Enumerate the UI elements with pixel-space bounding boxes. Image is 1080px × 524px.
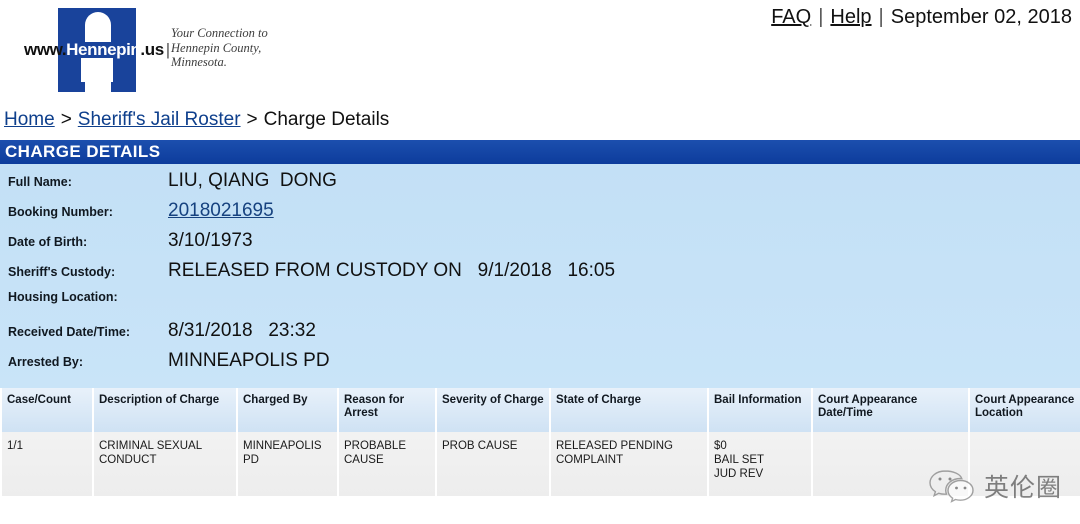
info-label: Full Name:: [8, 175, 72, 189]
logo-tagline-line-2: Hennepin County,: [171, 40, 262, 55]
header-separator-1: |: [818, 6, 824, 28]
info-label: Sheriff's Custody:: [8, 265, 116, 279]
info-row: Full Name: LIU, QIANG DONG: [0, 170, 1080, 200]
header-date: September 02, 2018: [890, 6, 1072, 28]
info-value: 2018021695: [168, 200, 274, 222]
charge-table-column-header: State of Charge: [551, 388, 707, 432]
info-row: Arrested By: MINNEAPOLIS PD: [0, 350, 1080, 380]
breadcrumb-roster-link[interactable]: Sheriff's Jail Roster: [78, 109, 241, 130]
info-label: Arrested By:: [8, 355, 84, 369]
cell-line: PROB CAUSE: [442, 440, 518, 452]
logo-divider: |: [165, 40, 170, 59]
charge-table-column-header: Reason for Arrest: [339, 388, 435, 432]
info-row: Received Date/Time: 8/31/2018 23:32: [0, 320, 1080, 350]
cell-line: BAIL SET: [714, 454, 765, 466]
booking-number-link[interactable]: 2018021695: [168, 200, 274, 221]
charge-cell-court-location: [970, 432, 1080, 496]
logo-url-suffix: .us: [140, 40, 164, 59]
info-label: Housing Location:: [8, 290, 118, 304]
info-label: Booking Number:: [8, 205, 113, 219]
cell-line: COMPLAINT: [556, 454, 624, 466]
charge-cell-state: RELEASED PENDING COMPLAINT: [551, 432, 707, 496]
logo-url-text: www.Hennepin.us |: [24, 40, 172, 60]
breadcrumb-current: Charge Details: [263, 109, 390, 130]
logo-tagline-line-3: Minnesota.: [171, 55, 227, 69]
logo-tagline-line-1: Your Connection to: [171, 26, 268, 40]
table-row: 1/1 CRIMINAL SEXUAL CONDUCT MINNEAPOLIS PD PR…: [2, 432, 1080, 496]
cell-line: MINNEAPOLIS: [243, 440, 322, 452]
charge-cell-case-count: 1/1: [2, 432, 92, 496]
charge-cell-bail: $0 BAIL SET JUD REV: [709, 432, 811, 496]
logo-url-brand: Hennepin: [66, 40, 141, 59]
cell-line: PROBABLE: [344, 440, 406, 452]
info-row: Sheriff's Custody: RELEASED FROM CUSTODY …: [0, 260, 1080, 290]
charge-cell-severity: PROB CAUSE: [437, 432, 549, 496]
info-row: Booking Number: 2018021695: [0, 200, 1080, 230]
cell-line: $0: [714, 440, 727, 452]
cell-line: CONDUCT: [99, 454, 157, 466]
breadcrumb-home-link[interactable]: Home: [4, 109, 55, 130]
info-value: 3/10/1973: [168, 230, 253, 251]
logo-tagline: Your Connection to Hennepin County, Minn…: [171, 26, 268, 70]
breadcrumb-separator-2: >: [246, 109, 258, 130]
cell-line: PD: [243, 454, 259, 466]
charge-table-column-header: Case/Count: [2, 388, 92, 432]
charge-details-banner: CHARGE DETAILS: [0, 140, 1080, 164]
breadcrumb: Home > Sheriff's Jail Roster > Charge Detail…: [0, 100, 1080, 140]
cell-line: RELEASED PENDING: [556, 440, 673, 452]
info-value: RELEASED FROM CUSTODY ON 9/1/2018 16:05: [168, 260, 616, 281]
charge-table: Case/Count Description of Charge Charged B…: [0, 388, 1080, 496]
charge-cell-charged-by: MINNEAPOLIS PD: [238, 432, 337, 496]
charge-table-column-header: Bail Information: [709, 388, 811, 432]
faq-link[interactable]: FAQ: [771, 6, 811, 28]
info-label: Received Date/Time:: [8, 325, 131, 339]
cell-line: CRIMINAL SEXUAL: [99, 440, 203, 452]
info-row: Date of Birth: 3/10/1973: [0, 230, 1080, 260]
info-value: 8/31/2018 23:32: [168, 320, 316, 341]
site-header: www.Hennepin.us | Your Connection to Henn…: [0, 0, 1080, 100]
hennepin-logo[interactable]: www.Hennepin.us | Your Connection to Henn…: [14, 4, 294, 96]
charge-cell-court-datetime: [813, 432, 968, 496]
charge-cell-description: CRIMINAL SEXUAL CONDUCT: [94, 432, 236, 496]
help-link[interactable]: Help: [830, 6, 871, 28]
info-row: Housing Location:: [0, 290, 1080, 320]
cell-line: 1/1: [7, 440, 23, 452]
charge-table-header-row: Case/Count Description of Charge Charged B…: [2, 388, 1080, 432]
cell-line: JUD REV: [714, 468, 764, 480]
charge-table-column-header: Charged By: [238, 388, 337, 432]
charge-table-column-header: Severity of Charge: [437, 388, 549, 432]
info-value: LIU, QIANG DONG: [168, 170, 337, 191]
logo-url-prefix: www.: [24, 40, 67, 59]
charge-table-column-header: Court Appearance Location: [970, 388, 1080, 432]
header-links: FAQ | Help | September 02, 2018: [771, 6, 1072, 29]
charge-table-column-header: Court Appearance Date/Time: [813, 388, 968, 432]
charge-table-column-header: Description of Charge: [94, 388, 236, 432]
cell-line: CAUSE: [344, 454, 384, 466]
inmate-info-panel: Full Name: LIU, QIANG DONG Booking Number:…: [0, 164, 1080, 388]
charge-cell-reason: PROBABLE CAUSE: [339, 432, 435, 496]
info-value: MINNEAPOLIS PD: [168, 350, 330, 371]
breadcrumb-separator-1: >: [60, 109, 72, 130]
header-separator-2: |: [878, 6, 884, 28]
info-label: Date of Birth:: [8, 235, 88, 249]
